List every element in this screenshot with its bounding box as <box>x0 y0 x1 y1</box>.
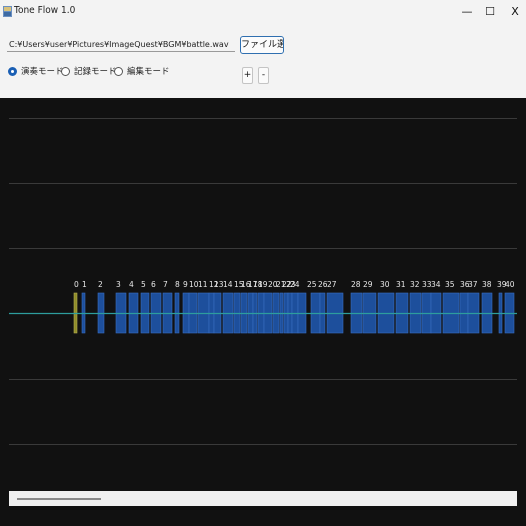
toolbar: ファイル選択 演奏モード 記録モード 編集モード + - <box>0 26 526 98</box>
radio-label: 記録モード <box>74 67 117 77</box>
marker-number: 37 <box>468 280 478 289</box>
horizontal-scrollbar[interactable] <box>9 491 517 506</box>
scrollbar-thumb[interactable] <box>17 498 101 500</box>
marker-number: 38 <box>482 280 492 289</box>
zoom-in-button[interactable]: + <box>242 67 253 84</box>
maximize-button[interactable]: ☐ <box>477 3 503 21</box>
marker-number: 25 <box>307 280 317 289</box>
radio-edit-mode[interactable]: 編集モード <box>114 64 170 78</box>
marker-number: 29 <box>363 280 373 289</box>
marker-number: 34 <box>431 280 441 289</box>
window-title: Tone Flow 1.0 <box>14 5 76 16</box>
marker-number: 4 <box>129 280 134 289</box>
marker-number: 8 <box>175 280 180 289</box>
marker-number: 28 <box>351 280 361 289</box>
marker-number: 5 <box>141 280 146 289</box>
marker-number: 40 <box>505 280 515 289</box>
radio-empty-icon <box>114 66 123 76</box>
marker-number: 31 <box>396 280 406 289</box>
marker-number: 24 <box>290 280 300 289</box>
marker-number: 14 <box>223 280 233 289</box>
radio-selected-icon <box>8 66 17 76</box>
marker-number: 9 <box>183 280 188 289</box>
title-bar: Tone Flow 1.0 — ☐ X <box>0 0 526 26</box>
marker-number: 1 <box>82 280 87 289</box>
radio-empty-icon <box>61 66 70 76</box>
zoom-out-button[interactable]: - <box>258 67 269 84</box>
radio-play-mode[interactable]: 演奏モード <box>8 64 64 78</box>
marker-number: 11 <box>198 280 208 289</box>
marker-number: 32 <box>410 280 420 289</box>
marker-number: 7 <box>163 280 168 289</box>
marker-number: 30 <box>380 280 390 289</box>
radio-label: 演奏モード <box>21 67 64 77</box>
note-timeline[interactable]: 0 1 2 3 4 5 6 7 8 9 10 11 12 13 14 15 16 17 18 19 20 21 22 23 24… <box>0 98 526 526</box>
app-icon <box>3 6 12 17</box>
marker-number: 6 <box>151 280 156 289</box>
marker-number: 19 <box>258 280 268 289</box>
file-path-input[interactable] <box>7 38 235 52</box>
marker-number: 35 <box>445 280 455 289</box>
marker-number: 3 <box>116 280 121 289</box>
select-file-button[interactable]: ファイル選択 <box>240 36 284 54</box>
radio-record-mode[interactable]: 記録モード <box>61 64 117 78</box>
radio-label: 編集モード <box>127 67 170 77</box>
marker-number: 0 <box>74 280 79 289</box>
marker-number: 27 <box>327 280 337 289</box>
marker-number: 2 <box>98 280 103 289</box>
close-button[interactable]: X <box>502 3 526 21</box>
timeline-canvas[interactable]: 0 1 2 3 4 5 6 7 8 9 10 11 1213 14 1516171819 2021222324… <box>0 98 526 526</box>
